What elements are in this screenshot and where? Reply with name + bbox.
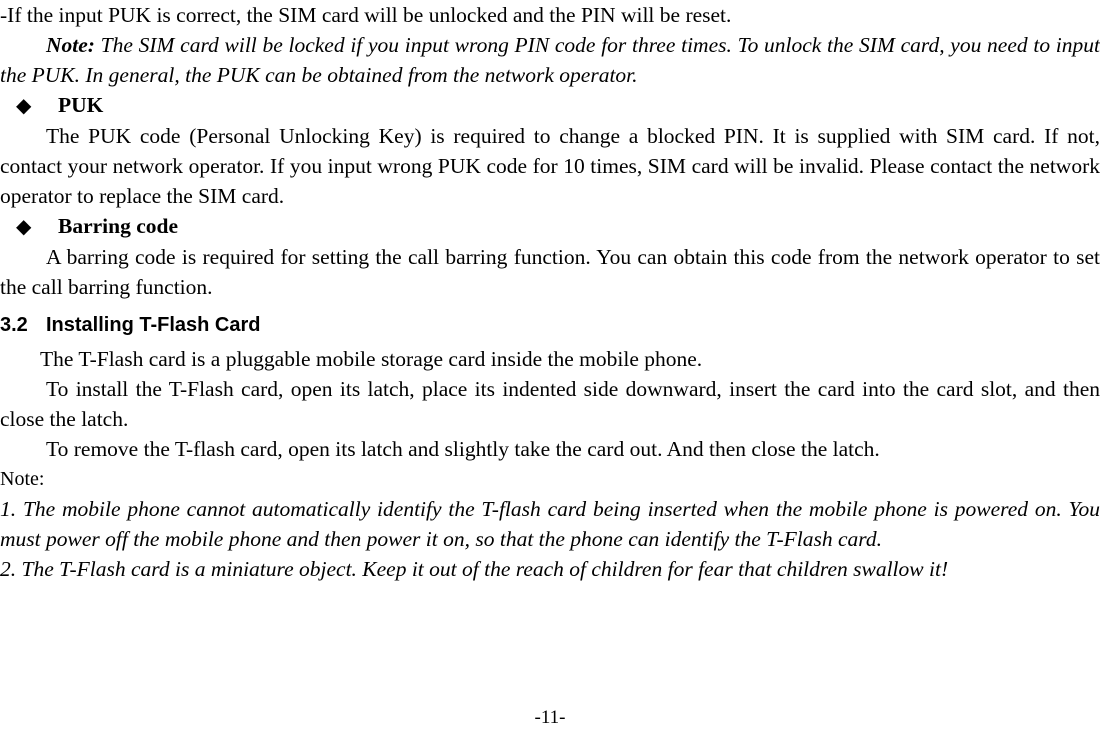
heading-barring-code-label: Barring code (58, 214, 179, 238)
page-number: -11- (534, 707, 566, 728)
diamond-bullet-icon: ◆ (16, 216, 32, 238)
heading-puk-label: PUK (58, 93, 104, 117)
note-item-2: 2. The T-Flash card is a miniature objec… (0, 557, 949, 581)
note-item-1: 1. The mobile phone cannot automatically… (0, 497, 1100, 551)
note-label-inline: Note: (46, 33, 95, 57)
notes-label: Note: (0, 468, 45, 490)
section-title: Installing T-Flash Card (46, 314, 261, 336)
paragraph-puk-correct: -If the input PUK is correct, the SIM ca… (0, 3, 732, 27)
paragraph-tflash-install: To install the T-Flash card, open its la… (0, 377, 1100, 431)
section-heading-3-2: 3.2 Installing T-Flash Card (0, 310, 1100, 340)
heading-barring-code: ◆ Barring code (0, 211, 1100, 242)
paragraph-tflash-intro: The T-Flash card is a pluggable mobile s… (40, 347, 703, 371)
paragraph-barring-code-description: A barring code is required for setting t… (0, 245, 1100, 299)
diamond-bullet-icon: ◆ (16, 95, 32, 117)
paragraph-note-sim-lock: Note: The SIM card will be locked if you… (0, 30, 1100, 90)
manual-page: -If the input PUK is correct, the SIM ca… (0, 0, 1100, 735)
note-text-inline: The SIM card will be locked if you input… (0, 33, 1100, 87)
page-content: -If the input PUK is correct, the SIM ca… (0, 0, 1100, 584)
paragraph-tflash-remove: To remove the T-flash card, open its lat… (46, 437, 880, 461)
section-number: 3.2 (0, 314, 28, 336)
paragraph-puk-description: The PUK code (Personal Unlocking Key) is… (0, 124, 1100, 208)
heading-puk: ◆ PUK (0, 90, 1100, 121)
